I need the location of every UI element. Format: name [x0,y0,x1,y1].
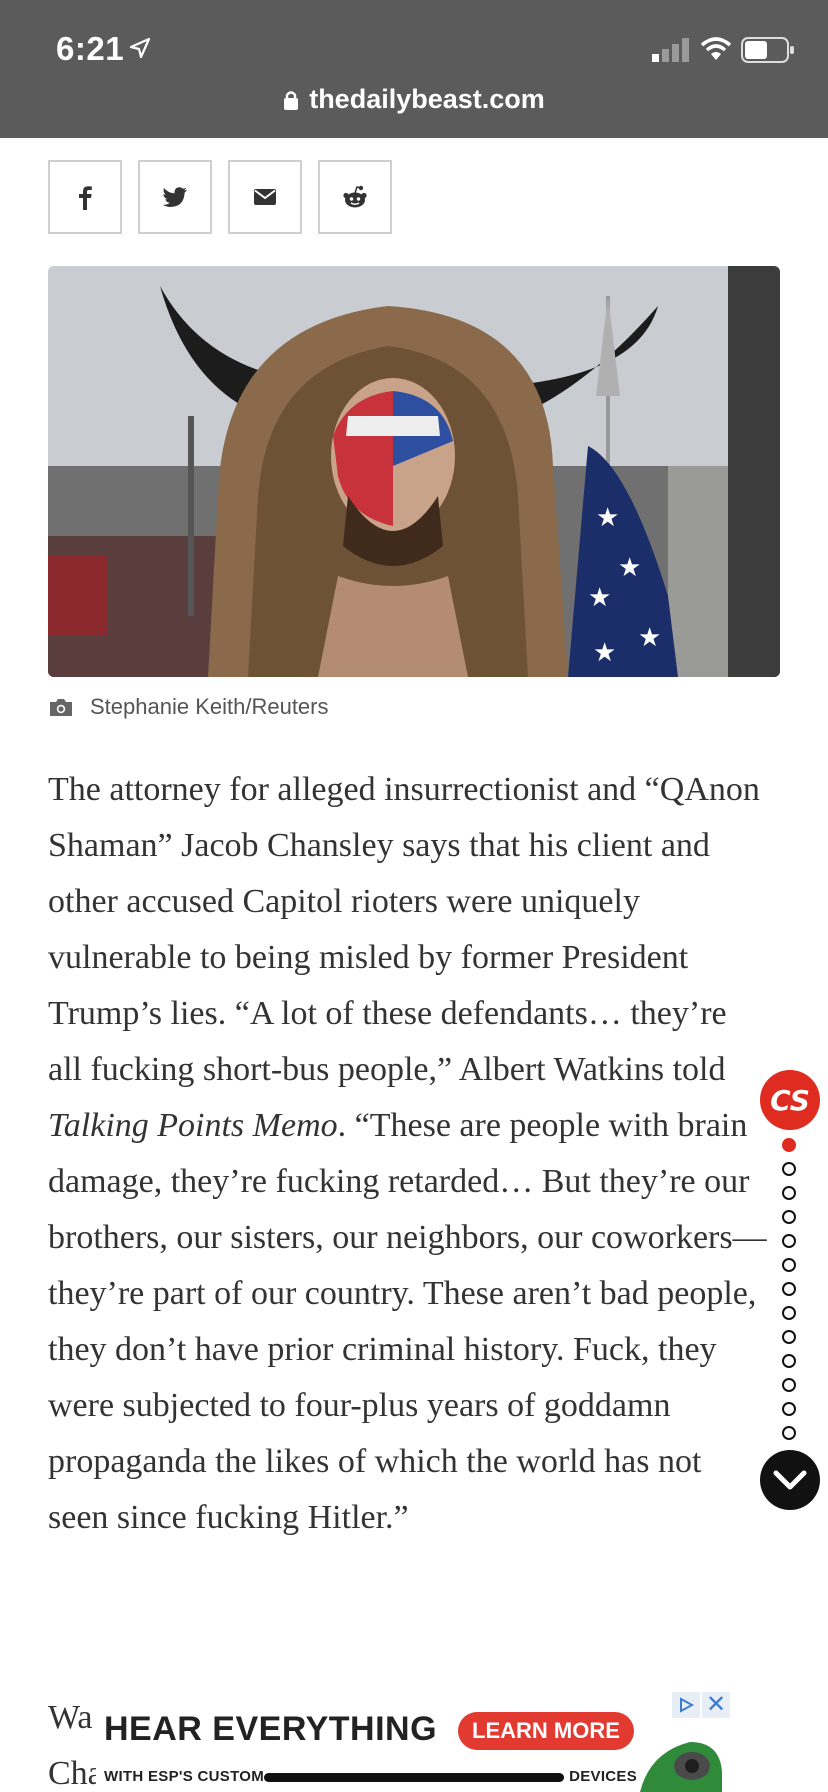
chevron-down-icon [773,1470,807,1490]
url-text: thedailybeast.com [309,84,545,114]
svg-text:★: ★ [638,623,661,653]
photo-credit-text: Stephanie Keith/Reuters [90,694,329,719]
share-twitter-button[interactable] [138,160,212,234]
ad-close-button[interactable]: ✕ [702,1692,730,1718]
progress-dot[interactable] [782,1402,796,1416]
svg-text:★: ★ [588,583,611,613]
lock-icon [284,91,299,110]
ad-subline-end: DEVICES [569,1768,638,1785]
progress-dot[interactable] [782,1306,796,1320]
progress-dot[interactable] [782,1378,796,1392]
svg-text:★: ★ [596,503,619,533]
progress-dot[interactable] [782,1282,796,1296]
ad-choices-button[interactable] [672,1692,700,1718]
progress-dot[interactable] [782,1162,796,1176]
battery-icon [741,37,794,63]
publication-name: Talking Points Memo [48,1107,338,1144]
ad-headline: HEAR EVERYTHING [104,1710,438,1748]
camera-icon [50,699,72,716]
status-time: 6:21 [56,30,125,67]
progress-dot[interactable] [782,1138,796,1152]
progress-dots [782,1138,798,1450]
browser-top-bar: 6:21 thedailybeast.com [0,0,828,138]
progress-dot[interactable] [782,1234,796,1248]
location-arrow-icon [129,37,151,59]
progress-dot[interactable] [782,1210,796,1224]
scroll-down-button[interactable] [760,1450,820,1510]
progress-dot[interactable] [782,1426,796,1440]
progress-dot[interactable] [782,1258,796,1272]
ad-redaction-bar [264,1773,564,1782]
reddit-icon [343,185,367,208]
earplug-product-image [640,1742,722,1792]
hero-photo-illustration: ★ ★ ★ ★ ★ [48,266,780,677]
wifi-icon [700,37,732,60]
article-paragraph: The attorney for alleged insurrectionist… [48,762,768,1546]
photo-credit: Stephanie Keith/Reuters [48,694,329,720]
share-email-button[interactable] [228,160,302,234]
address-bar[interactable]: thedailybeast.com [0,84,828,115]
facebook-icon [79,186,92,210]
ad-choices-icon [680,1697,694,1713]
cellular-signal-icon [652,38,689,62]
share-reddit-button[interactable] [318,160,392,234]
ad-banner[interactable]: HEAR EVERYTHING LEARN MORE WITH ESP'S CU… [96,1692,734,1792]
cs-logo-button[interactable]: CS [760,1070,820,1130]
progress-dot[interactable] [782,1330,796,1344]
svg-text:★: ★ [593,638,616,668]
share-facebook-button[interactable] [48,160,122,234]
svg-text:★: ★ [618,553,641,583]
article-text-part-1: The attorney for alleged insurrectionist… [48,771,760,1088]
progress-dot[interactable] [782,1354,796,1368]
email-icon [254,189,276,205]
article-text-part-2: . “These are people with brain damage, t… [48,1107,767,1536]
ad-subline-start: WITH ESP'S CUSTOM [104,1768,265,1785]
ad-learn-more-button[interactable]: LEARN MORE [458,1712,634,1750]
progress-dot[interactable] [782,1186,796,1200]
hero-photo: ★ ★ ★ ★ ★ [48,266,780,677]
twitter-icon [162,187,187,207]
